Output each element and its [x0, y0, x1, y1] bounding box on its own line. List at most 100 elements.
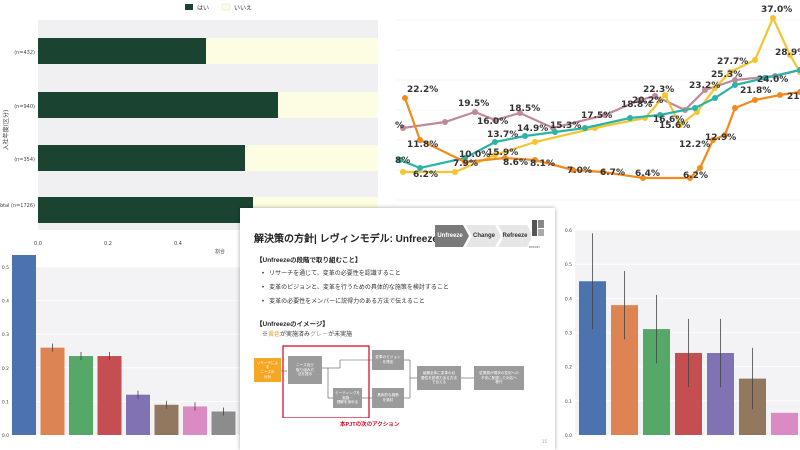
y-tick: 0.1 — [2, 399, 9, 405]
data-label: 13.7% — [487, 130, 518, 140]
bar-chart-left-panel: 0.0 0.1 0.2 0.3 0.4 0.5 — [0, 255, 240, 450]
section-heading-tasks: 【Unfreezeの段階で取り組むこと】 — [256, 257, 362, 264]
bar-chart-right: 0.0 0.1 0.2 0.3 0.4 0.5 0.6 — [565, 228, 800, 439]
x-tick: 0.2 — [104, 241, 112, 247]
data-point — [752, 97, 758, 103]
data-label: 22.2% — [407, 85, 438, 95]
bar-chart-left: 0.0 0.1 0.2 0.3 0.4 0.5 — [2, 255, 240, 439]
bullet-item: 変革の必要性をメンバーに説得力のある方法で伝えること — [262, 296, 425, 305]
data-label: 8.6% — [503, 158, 528, 168]
data-point — [692, 105, 698, 111]
data-point — [777, 92, 783, 98]
data-point — [472, 109, 478, 115]
data-label: 15.3% — [550, 121, 581, 131]
bar — [126, 394, 150, 435]
y-tick: 0.2 — [2, 366, 9, 372]
x-tick: 0.0 — [34, 241, 42, 247]
bar — [771, 412, 798, 435]
flow-box-present: ニーズ及び 取り組み方 法を提示 — [288, 356, 322, 384]
data-label: 25.3% — [711, 70, 742, 80]
data-label: 19.5% — [458, 99, 489, 109]
data-label: 11.8% — [407, 140, 438, 150]
data-point — [732, 82, 738, 88]
data-point — [452, 169, 458, 175]
bar-yes — [38, 38, 206, 64]
chevron-refreeze-label: Refreeze — [502, 233, 528, 239]
data-label: 28.9% — [775, 48, 800, 58]
data-label: 22.3% — [643, 85, 674, 95]
flow-box-meeting: ミーティングを 実施・ 理解を深める — [333, 388, 362, 408]
bar — [97, 356, 122, 435]
bullet-item: リサーチを通じて、変革の必要性を認識すること — [262, 268, 401, 277]
bullet-item: 変革のビジョンと、変革を行うための具体的な施策を検討すること — [262, 282, 449, 291]
bar-chart-right-panel: 0.0 0.1 0.2 0.3 0.4 0.5 0.6 — [555, 210, 800, 450]
legend-swatch-no — [221, 3, 231, 11]
bar-yes — [38, 145, 245, 171]
legend-note: ※黄色が実施済みグレーが未実施 — [262, 329, 352, 338]
section-heading-image: 【Unfreezeのイメージ】 — [256, 321, 329, 328]
data-point — [400, 169, 406, 175]
flow-box-transition: 従業員が現状の変化への 不安に配慮した対応へ 移行 — [474, 366, 524, 390]
data-label: % — [395, 121, 404, 131]
row-label: (n=432) — [14, 50, 35, 56]
flow-box-research: リサーチによる ニーズの 分析 — [254, 358, 281, 382]
data-label: 6.7% — [600, 168, 625, 178]
row-label: Total (n=1726) — [0, 203, 35, 209]
data-point — [712, 95, 718, 101]
chevron-change-label: Change — [472, 233, 495, 239]
data-point — [582, 125, 588, 131]
row-label: (n=940) — [14, 104, 35, 110]
bar — [183, 406, 207, 435]
data-label: 23.2% — [689, 81, 720, 91]
x-tick: 0.4 — [174, 241, 182, 247]
y-tick: 0.4 — [565, 296, 572, 302]
data-label: 18.5% — [509, 104, 540, 114]
data-label: 21 — [787, 92, 800, 102]
data-point — [752, 57, 758, 63]
data-label: 10.0% — [459, 150, 490, 160]
flow-box-vision: 変革のビジョン を策定 — [372, 350, 404, 370]
bar — [69, 356, 93, 435]
data-label: 21.8% — [740, 86, 771, 96]
next-action-label: 本PJTの次のアクション — [340, 422, 400, 428]
y-tick: 0.3 — [565, 331, 572, 337]
data-label: 24.0% — [757, 75, 788, 85]
page-number: 15 — [541, 439, 547, 444]
bar-yes — [38, 92, 278, 118]
row-label: (n=354) — [14, 157, 35, 163]
data-label: 8.1% — [530, 159, 555, 169]
data-label: 7.0% — [567, 166, 592, 176]
x-axis-label: 割合 — [215, 248, 225, 255]
y-axis-label: 入社年度(区分) — [2, 110, 10, 151]
slide-title: 解決策の方針| レヴィンモデル: Unfreeze — [254, 234, 438, 245]
y-tick: 0.2 — [565, 365, 572, 371]
data-point — [770, 15, 776, 21]
data-label: 16.0% — [477, 117, 508, 127]
company-logo-icon — [532, 220, 544, 236]
data-label: 27.7% — [717, 57, 748, 67]
data-point — [442, 119, 448, 125]
legend-yes: はい — [197, 5, 209, 12]
y-tick: 0.4 — [2, 299, 9, 305]
data-label: 20.2% — [632, 96, 663, 106]
legend-no: いいえ — [234, 5, 252, 12]
data-label: 17.5% — [581, 111, 612, 121]
y-tick: 0.1 — [565, 399, 572, 405]
data-label: 14.9% — [517, 124, 548, 134]
y-tick: 0.0 — [565, 433, 572, 439]
presentation-slide: 解決策の方針| レヴィンモデル: Unfreeze Unfreeze Chang… — [240, 208, 555, 450]
bar-yes — [38, 197, 253, 223]
chevron-unfreeze-label: Unfreeze — [437, 233, 463, 239]
y-tick: 0.0 — [2, 433, 9, 439]
data-point — [532, 139, 538, 145]
y-tick: 0.6 — [565, 228, 572, 234]
flow-box-communicate: 組織全体に変革の必 要性を説得力ある方法 で伝える — [417, 366, 461, 390]
data-label: 7.9% — [453, 159, 478, 169]
y-tick: 0.3 — [2, 332, 9, 338]
legend-swatch-yes — [185, 4, 193, 10]
data-label: 8% — [395, 156, 410, 166]
data-point — [402, 95, 408, 101]
data-label: 6.4% — [635, 169, 660, 179]
data-label: 6.2% — [683, 171, 708, 181]
bar — [154, 404, 179, 435]
